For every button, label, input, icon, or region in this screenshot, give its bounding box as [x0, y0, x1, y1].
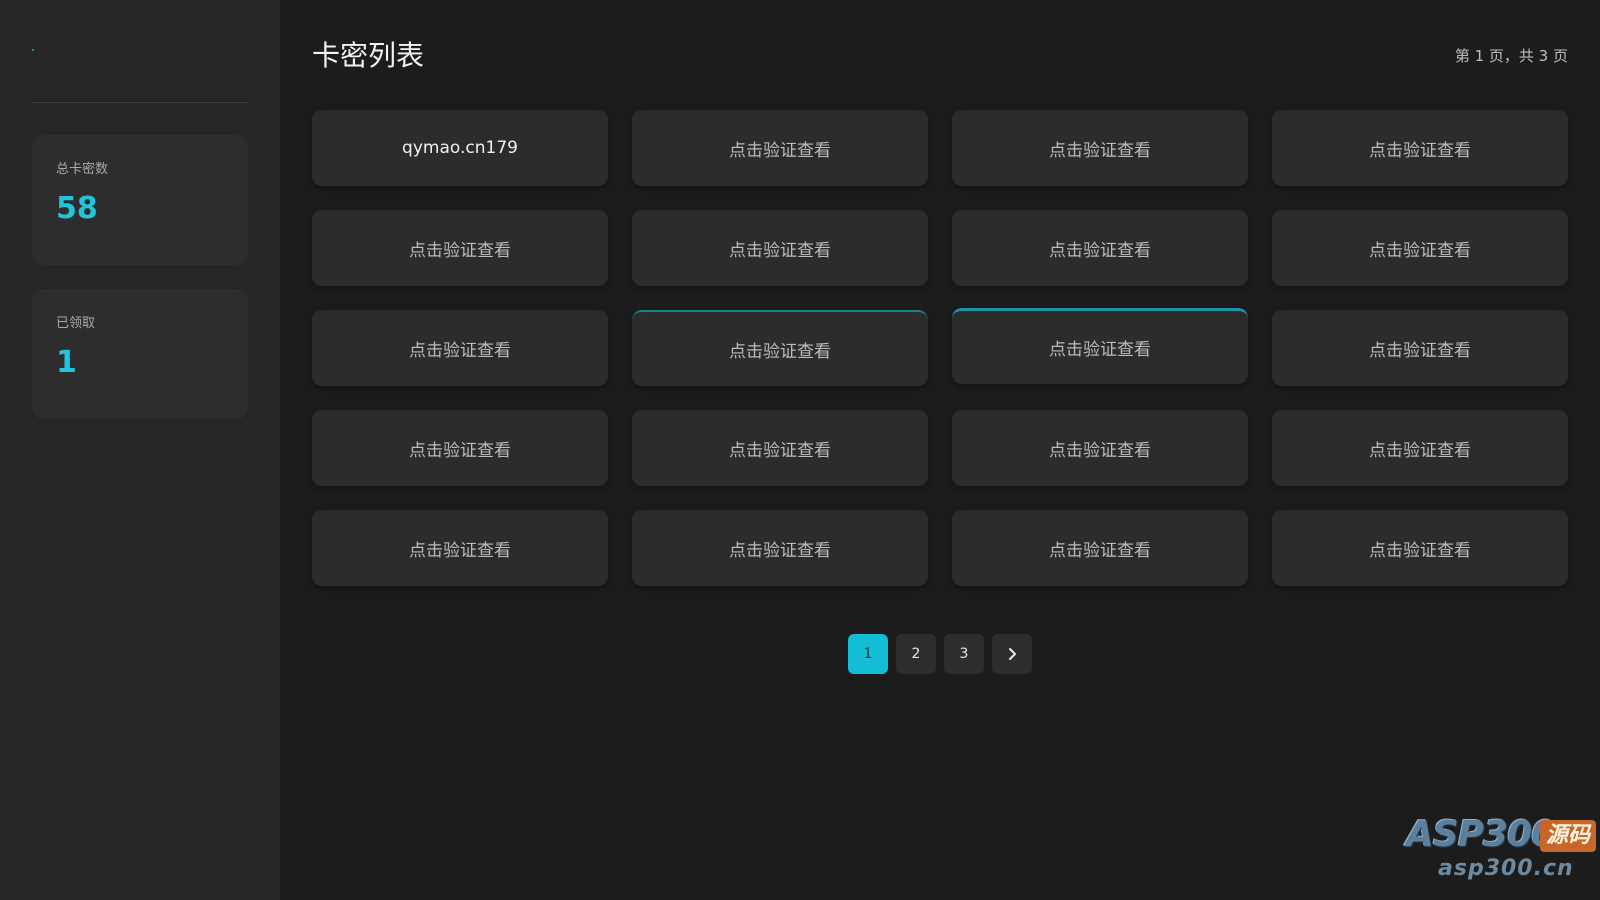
stat-value-total: 58 [56, 191, 98, 226]
watermark-url: asp300.cn [1438, 856, 1574, 881]
next-page-button[interactable] [992, 634, 1032, 674]
card-item[interactable]: qymao.cn179 [312, 110, 608, 186]
card-item[interactable]: 点击验证查看 [1272, 210, 1568, 286]
card-item[interactable]: 点击验证查看 [312, 510, 608, 586]
header: 卡密列表 第 1 页，共 3 页 [312, 0, 1568, 110]
app-root: 总卡密数 58 已领取 1 卡密列表 第 1 页，共 3 页 qymao.cn1… [0, 0, 1600, 900]
card-item[interactable]: 点击验证查看 [312, 410, 608, 486]
stat-card-total: 总卡密数 58 [32, 135, 248, 265]
card-item[interactable]: 点击验证查看 [952, 308, 1248, 384]
watermark: ASP300 源码 asp300.cn [1400, 812, 1600, 892]
card-item[interactable]: 点击验证查看 [632, 110, 928, 186]
main-content: 卡密列表 第 1 页，共 3 页 qymao.cn179 点击验证查看 点击验证… [280, 0, 1600, 900]
card-grid: qymao.cn179 点击验证查看 点击验证查看 点击验证查看 点击验证查看 … [312, 110, 1568, 586]
page-info: 第 1 页，共 3 页 [1454, 46, 1568, 65]
card-item[interactable]: 点击验证查看 [312, 210, 608, 286]
page-button-2[interactable]: 2 [896, 634, 936, 674]
card-item[interactable]: 点击验证查看 [632, 510, 928, 586]
card-item[interactable]: 点击验证查看 [952, 410, 1248, 486]
card-item[interactable]: 点击验证查看 [632, 210, 928, 286]
card-item[interactable]: 点击验证查看 [1272, 510, 1568, 586]
pagination: 1 2 3 [312, 634, 1568, 674]
sidebar: 总卡密数 58 已领取 1 [0, 0, 280, 900]
card-item[interactable]: 点击验证查看 [632, 310, 928, 386]
card-item[interactable]: 点击验证查看 [1272, 110, 1568, 186]
page-button-3[interactable]: 3 [944, 634, 984, 674]
stat-label-total: 总卡密数 [56, 162, 109, 177]
sidebar-logo-area [32, 0, 248, 103]
stat-value-claimed: 1 [56, 345, 77, 380]
watermark-tag: 源码 [1539, 820, 1596, 852]
card-item[interactable]: 点击验证查看 [312, 310, 608, 386]
page-title: 卡密列表 [312, 39, 425, 72]
logo-dot [32, 49, 34, 51]
card-item[interactable]: 点击验证查看 [1272, 410, 1568, 486]
card-item[interactable]: 点击验证查看 [632, 410, 928, 486]
card-item[interactable]: 点击验证查看 [952, 110, 1248, 186]
stat-card-claimed: 已领取 1 [32, 289, 248, 419]
card-item[interactable]: 点击验证查看 [952, 210, 1248, 286]
card-item[interactable]: 点击验证查看 [1272, 310, 1568, 386]
card-item[interactable]: 点击验证查看 [952, 510, 1248, 586]
watermark-brand: ASP300 [1406, 814, 1556, 855]
chevron-right-icon [1009, 648, 1016, 660]
page-button-1[interactable]: 1 [848, 634, 888, 674]
stat-label-claimed: 已领取 [56, 316, 96, 331]
